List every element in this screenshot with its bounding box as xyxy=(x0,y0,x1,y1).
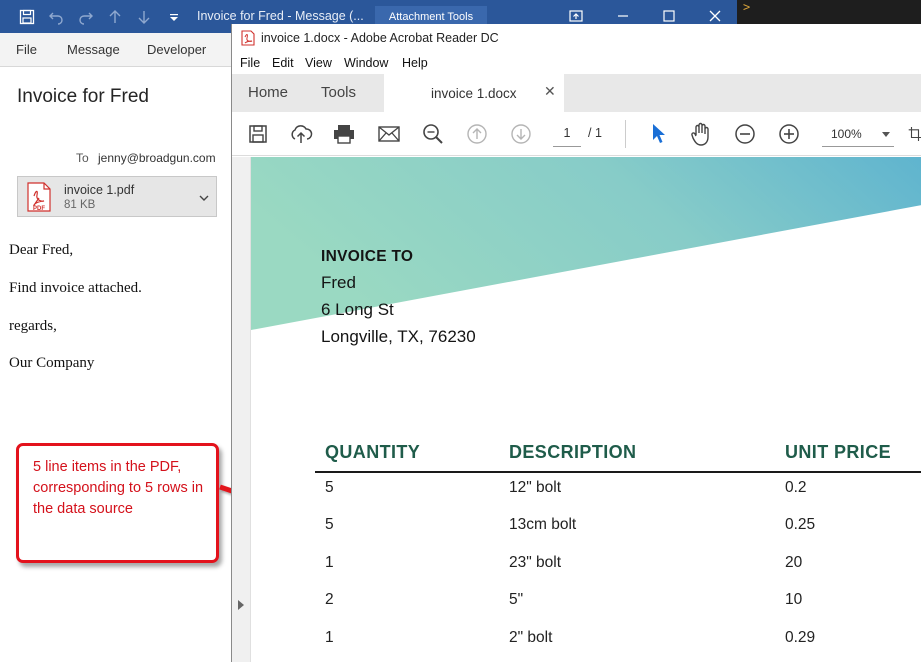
page-total: / 1 xyxy=(588,126,602,140)
zoom-in-icon[interactable] xyxy=(777,122,801,146)
redo-icon[interactable] xyxy=(77,8,95,26)
acrobat-window: invoice 1.docx - Adobe Acrobat Reader DC… xyxy=(231,24,921,662)
body-signature: Our Company xyxy=(9,355,95,371)
acrobat-title-bar: invoice 1.docx - Adobe Acrobat Reader DC xyxy=(232,24,921,52)
close-icon[interactable] xyxy=(707,8,723,24)
acrobat-app-icon xyxy=(241,30,255,51)
minimize-icon[interactable] xyxy=(615,8,631,24)
select-cursor-icon[interactable] xyxy=(646,122,670,146)
row-3-description: 23" bolt xyxy=(509,554,562,571)
row-4-quantity: 2 xyxy=(325,591,334,608)
zoom-out-icon[interactable] xyxy=(733,122,757,146)
save-icon[interactable] xyxy=(246,122,270,146)
menu-developer[interactable]: Developer xyxy=(147,42,206,57)
chevron-down-icon[interactable] xyxy=(198,191,210,209)
acrobat-menu-file[interactable]: File xyxy=(240,56,260,70)
acrobat-window-title: invoice 1.docx - Adobe Acrobat Reader DC xyxy=(261,31,499,45)
column-header-unit-price: UNIT PRICE xyxy=(785,442,892,462)
zoom-level-select[interactable]: 100% xyxy=(822,121,894,147)
print-icon[interactable] xyxy=(332,122,356,146)
row-1-description: 12" bolt xyxy=(509,479,562,496)
arrow-up-icon[interactable] xyxy=(106,8,124,26)
row-2-description: 13cm bolt xyxy=(509,516,577,533)
row-5-description: 2" bolt xyxy=(509,629,553,646)
row-1-unit-price: 0.2 xyxy=(785,479,807,496)
background-window-strip: > xyxy=(737,0,921,24)
acrobat-menu-view[interactable]: View xyxy=(305,56,332,70)
undo-icon[interactable] xyxy=(47,8,65,26)
row-5-quantity: 1 xyxy=(325,629,334,646)
address-city: Longville, TX, 76230 xyxy=(321,327,476,346)
row-1-quantity: 5 xyxy=(325,479,334,496)
cloud-upload-icon[interactable] xyxy=(289,122,313,146)
next-page-icon[interactable] xyxy=(509,122,533,146)
document-viewport[interactable]: INVOICE TO Fred 6 Long St Longville, TX,… xyxy=(232,157,921,662)
menu-file[interactable]: File xyxy=(16,42,37,57)
attachment-size: 81 KB xyxy=(64,199,96,211)
menu-message[interactable]: Message xyxy=(67,42,120,57)
crop-tool-icon[interactable] xyxy=(908,122,921,146)
column-header-description: DESCRIPTION xyxy=(509,442,637,462)
acrobat-menu-window[interactable]: Window xyxy=(344,56,388,70)
acrobat-toolbar: 1 / 1 100% xyxy=(232,112,921,156)
tab-tools[interactable]: Tools xyxy=(321,84,356,101)
annotation-callout: 5 line items in the PDF, corresponding t… xyxy=(16,443,219,563)
save-icon[interactable] xyxy=(18,8,36,26)
attachment-name: invoice 1.pdf xyxy=(64,183,135,197)
email-icon[interactable] xyxy=(377,122,401,146)
ribbon-display-icon[interactable] xyxy=(568,8,584,24)
acrobat-menu-bar: File Edit View Window Help xyxy=(232,52,921,74)
caret-down-icon xyxy=(882,132,890,137)
to-label: To xyxy=(76,151,89,165)
row-3-unit-price: 20 xyxy=(785,554,803,571)
column-header-quantity: QUANTITY xyxy=(325,442,421,462)
acrobat-menu-help[interactable]: Help xyxy=(402,56,428,70)
prompt-chevron-icon: > xyxy=(743,0,751,14)
row-4-unit-price: 10 xyxy=(785,591,803,608)
row-2-unit-price: 0.25 xyxy=(785,516,816,533)
close-tab-icon[interactable]: ✕ xyxy=(544,83,556,100)
row-4-description: 5" xyxy=(509,591,524,608)
invoice-to-label: INVOICE TO xyxy=(321,248,414,265)
attachment-card[interactable]: PDF invoice 1.pdf 81 KB xyxy=(17,176,217,217)
expand-panel-icon[interactable] xyxy=(238,600,244,610)
arrow-down-icon[interactable] xyxy=(135,8,153,26)
body-text: Find invoice attached. xyxy=(9,280,142,296)
zoom-level-value: 100% xyxy=(831,127,862,141)
acrobat-menu-edit[interactable]: Edit xyxy=(272,56,294,70)
search-icon[interactable] xyxy=(421,122,445,146)
pdf-file-icon: PDF xyxy=(26,182,52,217)
page-number-input[interactable]: 1 xyxy=(553,121,581,147)
to-recipient[interactable]: jenny@broadgun.com xyxy=(98,151,216,165)
row-5-unit-price: 0.29 xyxy=(785,629,816,646)
document-tab-label: invoice 1.docx xyxy=(431,86,517,101)
message-subject: Invoice for Fred xyxy=(17,86,149,107)
body-greeting: Dear Fred, xyxy=(9,242,74,258)
pdf-icon-label: PDF xyxy=(33,206,45,212)
row-3-quantity: 1 xyxy=(325,554,334,571)
toolbar-divider xyxy=(625,120,626,148)
outlook-menu-bar: File Message Developer xyxy=(0,33,232,67)
customize-toolbar-icon[interactable] xyxy=(165,8,183,26)
acrobat-tab-bar: Home Tools invoice 1.docx ✕ xyxy=(232,74,921,112)
left-panel-rail[interactable] xyxy=(232,157,251,662)
maximize-icon[interactable] xyxy=(661,8,677,24)
tab-document[interactable]: invoice 1.docx ✕ xyxy=(384,74,564,112)
hand-tool-icon[interactable] xyxy=(689,122,713,146)
table-header-rule xyxy=(315,471,921,473)
tab-home[interactable]: Home xyxy=(248,84,288,101)
body-closing: regards, xyxy=(9,318,57,334)
row-2-quantity: 5 xyxy=(325,516,334,533)
address-name: Fred xyxy=(321,273,356,292)
window-title: Invoice for Fred - Message (... xyxy=(197,9,364,23)
previous-page-icon[interactable] xyxy=(465,122,489,146)
address-street: 6 Long St xyxy=(321,300,394,319)
